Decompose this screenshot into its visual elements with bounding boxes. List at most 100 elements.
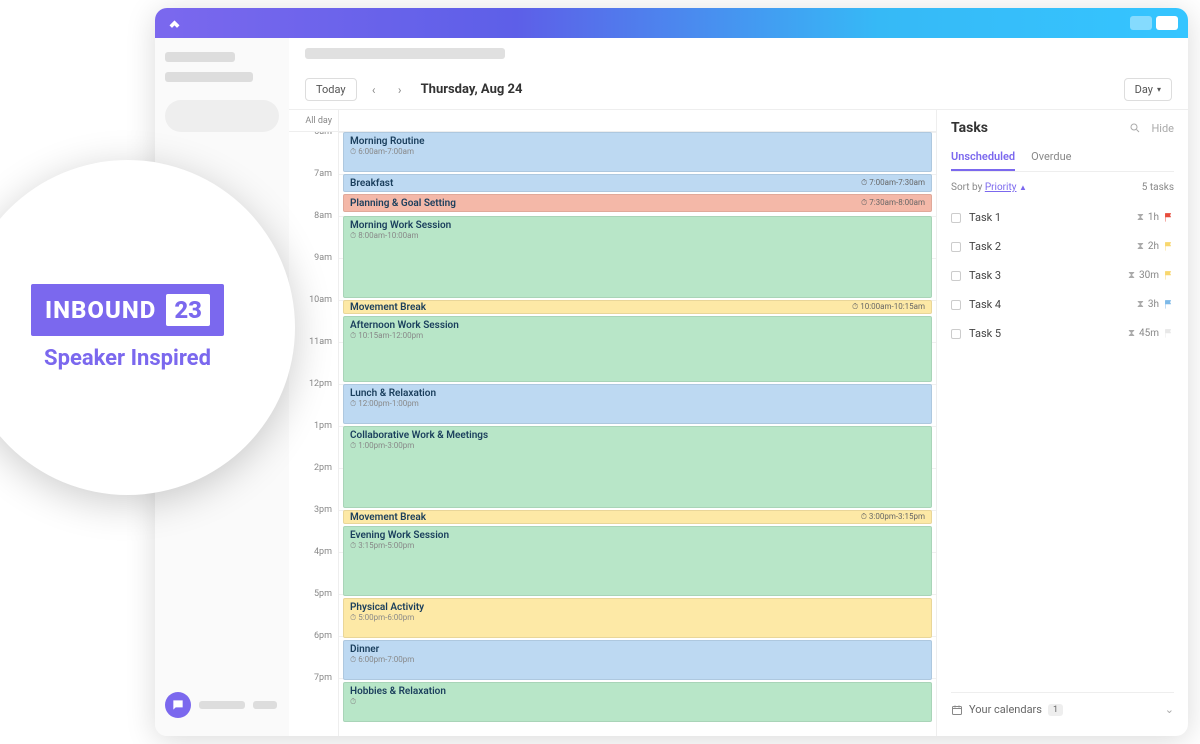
flag-icon (1163, 299, 1174, 310)
window-min-button[interactable] (1130, 16, 1152, 30)
tab-skeleton (305, 48, 505, 59)
task-name: Task 1 (969, 211, 1001, 224)
hour-label: 11am (289, 342, 338, 384)
hide-button[interactable]: Hide (1151, 122, 1174, 135)
event-time: ⏱ 6:00pm-7:00pm (350, 655, 925, 665)
calendar-event[interactable]: Planning & Goal Setting⏱ 7:30am-8:00am (343, 194, 932, 212)
flag-icon (1163, 212, 1174, 223)
calendar-count-badge: 1 (1048, 704, 1063, 716)
hour-label: 6am (289, 132, 338, 174)
hours-gutter: 6am7am8am9am10am11am12pm1pm2pm3pm4pm5pm6… (289, 132, 339, 736)
prev-day-button[interactable]: ‹ (365, 81, 383, 99)
event-time: ⏱ 8:00am-10:00am (350, 231, 925, 241)
sort-value[interactable]: Priority (985, 182, 1017, 193)
task-status-icon[interactable] (951, 329, 961, 339)
calendar-event[interactable]: Afternoon Work Session⏱ 10:15am-12:00pm (343, 316, 932, 382)
flag-icon (1163, 328, 1174, 339)
event-title: Hobbies & Relaxation (350, 686, 925, 697)
task-row[interactable]: Task 2 ⧗ 2h (951, 232, 1174, 261)
task-status-icon[interactable] (951, 242, 961, 252)
today-button[interactable]: Today (305, 78, 357, 101)
task-row[interactable]: Task 1⧗1h (951, 203, 1174, 232)
allday-label: All day (289, 110, 339, 131)
task-row[interactable]: Task 3 ⧗ 30m (951, 261, 1174, 290)
sort-label: Sort by (951, 182, 982, 193)
your-calendars[interactable]: Your calendars 1 ⌄ (951, 692, 1174, 726)
event-title: Planning & Goal Setting (350, 198, 456, 209)
view-selector[interactable]: Day▾ (1124, 78, 1172, 101)
task-status-icon[interactable] (951, 300, 961, 310)
hourglass-icon: ⧗ (1137, 241, 1144, 252)
badge-year: 23 (166, 294, 210, 326)
event-title: Physical Activity (350, 602, 925, 613)
event-title: Collaborative Work & Meetings (350, 430, 925, 441)
calendar-event[interactable]: Lunch & Relaxation⏱ 12:00pm-1:00pm (343, 384, 932, 424)
allday-row: All day (289, 110, 936, 132)
task-name: Task 4 (969, 298, 1001, 311)
window-controls (1130, 16, 1178, 30)
hourglass-icon: ⧗ (1137, 212, 1144, 223)
calendar-event[interactable]: Morning Routine⏱ 6:00am-7:00am (343, 132, 932, 172)
event-time: ⏱ 5:00pm-6:00pm (350, 613, 925, 623)
title-bar (155, 8, 1188, 38)
tab-overdue[interactable]: Overdue (1031, 144, 1071, 171)
event-time: ⏱ 12:00pm-1:00pm (350, 399, 925, 409)
chevron-down-icon: ⌄ (1165, 703, 1174, 716)
calendar: All day 6am7am8am9am10am11am12pm1pm2pm3p… (289, 110, 936, 736)
task-row[interactable]: Task 5⧗45m (951, 319, 1174, 348)
events-column[interactable]: Morning Routine⏱ 6:00am-7:00amBreakfast⏱… (339, 132, 936, 736)
sidebar-skeleton (165, 72, 253, 82)
sidebar-skeleton (199, 701, 245, 709)
task-name: Task 5 (969, 327, 1001, 340)
task-name: Task 3 (969, 269, 1001, 282)
main-area: Today ‹ › Thursday, Aug 24 Day▾ All day … (289, 38, 1188, 736)
window-max-button[interactable] (1156, 16, 1178, 30)
event-time: ⏱ 10:15am-12:00pm (350, 331, 925, 341)
app-logo-icon (165, 14, 183, 32)
task-name: Task 2 (969, 240, 1001, 253)
event-time: ⏱ 1:00pm-3:00pm (350, 441, 925, 451)
task-count: 5 tasks (1142, 182, 1174, 193)
event-title: Lunch & Relaxation (350, 388, 925, 399)
chat-icon[interactable] (165, 692, 191, 718)
sort-asc-icon[interactable]: ▲ (1019, 183, 1027, 192)
task-status-icon[interactable] (951, 213, 961, 223)
tab-unscheduled[interactable]: Unscheduled (951, 144, 1015, 171)
calendar-event[interactable]: Movement Break⏱ 10:00am-10:15am (343, 300, 932, 314)
calendar-event[interactable]: Hobbies & Relaxation⏱ (343, 682, 932, 722)
calendar-event[interactable]: Movement Break⏱ 3:00pm-3:15pm (343, 510, 932, 524)
calendar-event[interactable]: Dinner⏱ 6:00pm-7:00pm (343, 640, 932, 680)
sidebar-search[interactable] (165, 100, 279, 132)
event-title: Afternoon Work Session (350, 320, 925, 331)
task-duration: 2h (1148, 241, 1159, 252)
badge-brand: INBOUND (45, 296, 156, 324)
badge-subtitle: Speaker Inspired (44, 346, 211, 371)
calendar-event[interactable]: Physical Activity⏱ 5:00pm-6:00pm (343, 598, 932, 638)
event-time: ⏱ 3:00pm-3:15pm (861, 512, 925, 522)
task-status-icon[interactable] (951, 271, 961, 281)
calendar-event[interactable]: Breakfast⏱ 7:00am-7:30am (343, 174, 932, 192)
hour-label: 7pm (289, 678, 338, 720)
sidebar-footer (165, 688, 279, 722)
calendar-event[interactable]: Evening Work Session⏱ 3:15pm-5:00pm (343, 526, 932, 596)
task-duration: 30m (1139, 270, 1159, 281)
date-title: Thursday, Aug 24 (421, 82, 523, 97)
task-duration: 3h (1148, 299, 1159, 310)
calendar-event[interactable]: Morning Work Session⏱ 8:00am-10:00am (343, 216, 932, 298)
hourglass-icon: ⧗ (1128, 328, 1135, 339)
hour-label: 9am (289, 258, 338, 300)
calendar-grid[interactable]: 6am7am8am9am10am11am12pm1pm2pm3pm4pm5pm6… (289, 132, 936, 736)
next-day-button[interactable]: › (391, 81, 409, 99)
calendar-toolbar: Today ‹ › Thursday, Aug 24 Day▾ (289, 70, 1188, 110)
hour-label: 1pm (289, 426, 338, 468)
event-title: Breakfast (350, 178, 393, 189)
calendar-event[interactable]: Collaborative Work & Meetings⏱ 1:00pm-3:… (343, 426, 932, 508)
task-row[interactable]: Task 4⧗3h (951, 290, 1174, 319)
search-icon[interactable] (1129, 122, 1141, 134)
hour-label: 4pm (289, 552, 338, 594)
hour-label: 5pm (289, 594, 338, 636)
event-title: Morning Work Session (350, 220, 925, 231)
hour-label: 6pm (289, 636, 338, 678)
hourglass-icon: ⧗ (1128, 270, 1135, 281)
hour-label: 2pm (289, 468, 338, 510)
